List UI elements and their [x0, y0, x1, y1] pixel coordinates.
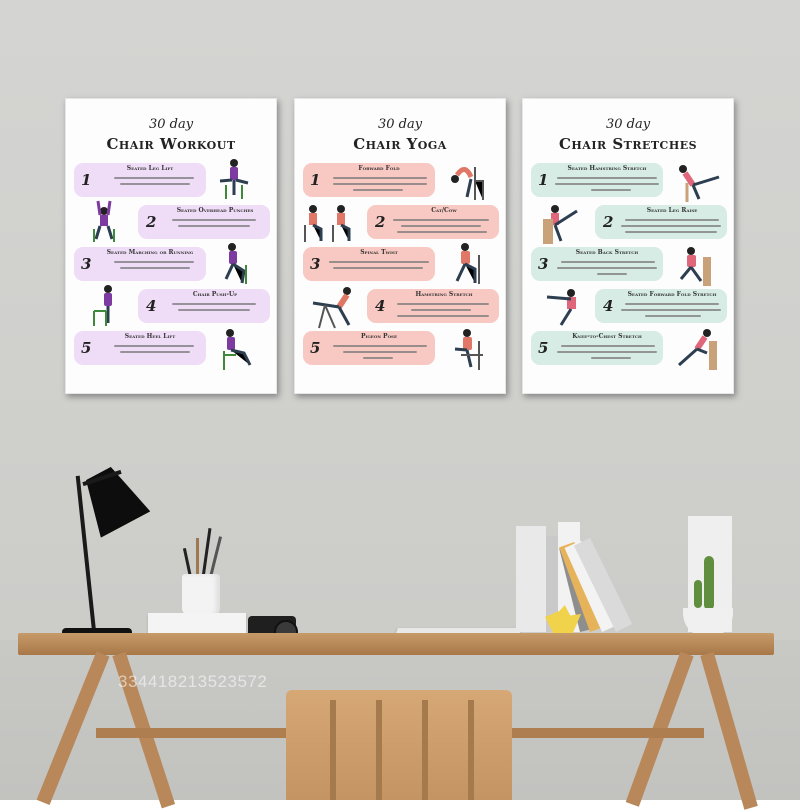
poster-title: Chair Stretches — [558, 135, 698, 153]
poster-subtitle: 30 day — [377, 117, 423, 132]
watermark: 334418213523572 — [118, 672, 268, 691]
exercise-label: Seated Leg Raise — [646, 207, 698, 214]
exercise-row: 3 Seated Marching or Running — [74, 247, 206, 281]
exercise-row: 3 Seated Back Stretch — [531, 247, 663, 281]
book — [516, 526, 546, 632]
exercise-figure-icon — [679, 247, 711, 286]
exercise-row: 2 Seated Overhead Punches — [138, 205, 270, 239]
exercise-label: Cat/Cow — [431, 207, 457, 214]
exercise-figure-icon — [312, 287, 351, 329]
chair-back — [286, 690, 512, 800]
exercise-figure-icon — [543, 205, 578, 244]
exercise-label: Spinal Twist — [360, 249, 398, 256]
exercise-number: 5 — [538, 339, 549, 357]
exercise-row: 4 Seated Forward Fold Stretch — [595, 289, 727, 323]
exercise-row: 1 Forward Fold — [303, 163, 435, 197]
poster-chair-stretches: 30 day Chair Stretches 1 Seated Hamstrin… — [522, 98, 734, 394]
exercise-row: 5 Seated Heel Lift — [74, 331, 206, 365]
exercise-row: 1 Seated Hamstring Stretch — [531, 163, 663, 197]
exercise-row: 4 Hamstring Stretch — [367, 289, 499, 323]
exercise-row: 2 Seated Leg Raise — [595, 205, 727, 239]
exercise-row: 1 Seated Leg Lift — [74, 163, 206, 197]
exercise-figure-icon — [224, 243, 247, 284]
exercise-label: Seated Forward Fold Stretch — [627, 291, 717, 298]
exercise-number: 5 — [310, 339, 321, 357]
exercise-figure-icon — [223, 329, 252, 370]
exercise-label: Chair Push-Up — [192, 291, 238, 298]
exercise-number: 2 — [146, 213, 157, 231]
exercise-number: 3 — [310, 255, 321, 273]
chair-slat — [422, 700, 428, 800]
exercise-figure-icon — [304, 205, 351, 242]
exercise-figure-icon — [678, 329, 717, 370]
exercise-number: 2 — [603, 213, 614, 231]
exercise-number: 1 — [538, 171, 549, 189]
poster-title: Chair Workout — [106, 135, 236, 153]
exercise-number: 4 — [375, 297, 386, 315]
exercise-figure-icon — [546, 289, 576, 326]
exercise-number: 5 — [81, 339, 92, 357]
exercise-label: Hamstring Stretch — [415, 291, 473, 298]
exercise-figure-icon — [451, 167, 484, 200]
exercise-figure-icon — [455, 243, 480, 284]
exercise-figure-icon — [219, 159, 249, 199]
exercise-number: 4 — [603, 297, 614, 315]
exercise-label: Seated Back Stretch — [575, 249, 639, 256]
exercise-number: 4 — [146, 297, 157, 315]
exercise-figure-icon — [93, 285, 112, 326]
exercise-row: 3 Spinal Twist — [303, 247, 435, 281]
poster-subtitle: 30 day — [148, 117, 194, 132]
exercise-figure-icon — [679, 165, 720, 202]
exercise-figure-icon — [454, 329, 483, 370]
exercise-number: 3 — [81, 255, 92, 273]
exercise-row: 2 Cat/Cow — [367, 205, 499, 239]
exercise-label: Seated Marching or Running — [106, 249, 194, 256]
exercise-label: Pigeon Pose — [360, 333, 397, 340]
flat-book — [148, 613, 246, 633]
exercise-label: Seated Leg Lift — [126, 165, 174, 172]
exercise-label: Seated Heel Lift — [124, 333, 176, 340]
exercise-label: Forward Fold — [358, 165, 400, 172]
poster-subtitle: 30 day — [605, 117, 651, 132]
pencil — [196, 538, 199, 578]
exercise-row: 5 Knee-to-Chest Stretch — [531, 331, 663, 365]
exercise-label: Seated Hamstring Stretch — [567, 165, 647, 172]
chair-slat — [330, 700, 336, 800]
poster-chair-workout: 30 day Chair Workout 1 Seated Leg Lift 2… — [65, 98, 277, 394]
exercise-number: 1 — [310, 171, 321, 189]
exercise-label: Seated Overhead Punches — [176, 207, 254, 214]
poster-chair-yoga: 30 day Chair Yoga 1 Forward Fold 2 Cat/C… — [294, 98, 506, 394]
exercise-number: 3 — [538, 255, 549, 273]
cactus — [694, 580, 702, 608]
pencil-cup — [182, 574, 220, 616]
exercise-figure-icon — [93, 200, 115, 242]
exercise-row: 4 Chair Push-Up — [138, 289, 270, 323]
exercise-number: 2 — [375, 213, 386, 231]
exercise-number: 1 — [81, 171, 92, 189]
exercise-label: Knee-to-Chest Stretch — [572, 333, 642, 340]
cactus — [704, 556, 714, 610]
exercise-row: 5 Pigeon Pose — [303, 331, 435, 365]
desk-top — [18, 633, 774, 655]
chair-slat — [376, 700, 382, 800]
chair-slat — [468, 700, 474, 800]
poster-title: Chair Yoga — [353, 135, 447, 153]
